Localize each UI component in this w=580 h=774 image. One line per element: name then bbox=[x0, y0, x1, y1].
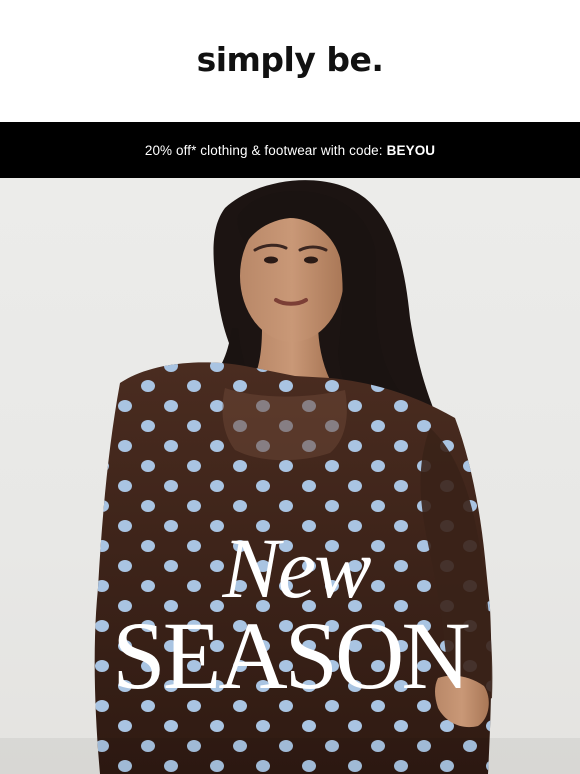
brand-logo[interactable]: simply be. bbox=[0, 38, 580, 82]
email-page: simply be. 20% off* clothing & footwear … bbox=[0, 0, 580, 774]
promo-text: 20% off* clothing & footwear with code: bbox=[144, 142, 383, 158]
promo-code: BEYOU bbox=[386, 142, 436, 158]
promo-banner[interactable]: 20% off* clothing & footwear with code: … bbox=[0, 122, 580, 178]
hero-banner[interactable] bbox=[0, 178, 580, 774]
model-photo-image bbox=[0, 180, 580, 774]
header: simply be. bbox=[0, 0, 580, 122]
